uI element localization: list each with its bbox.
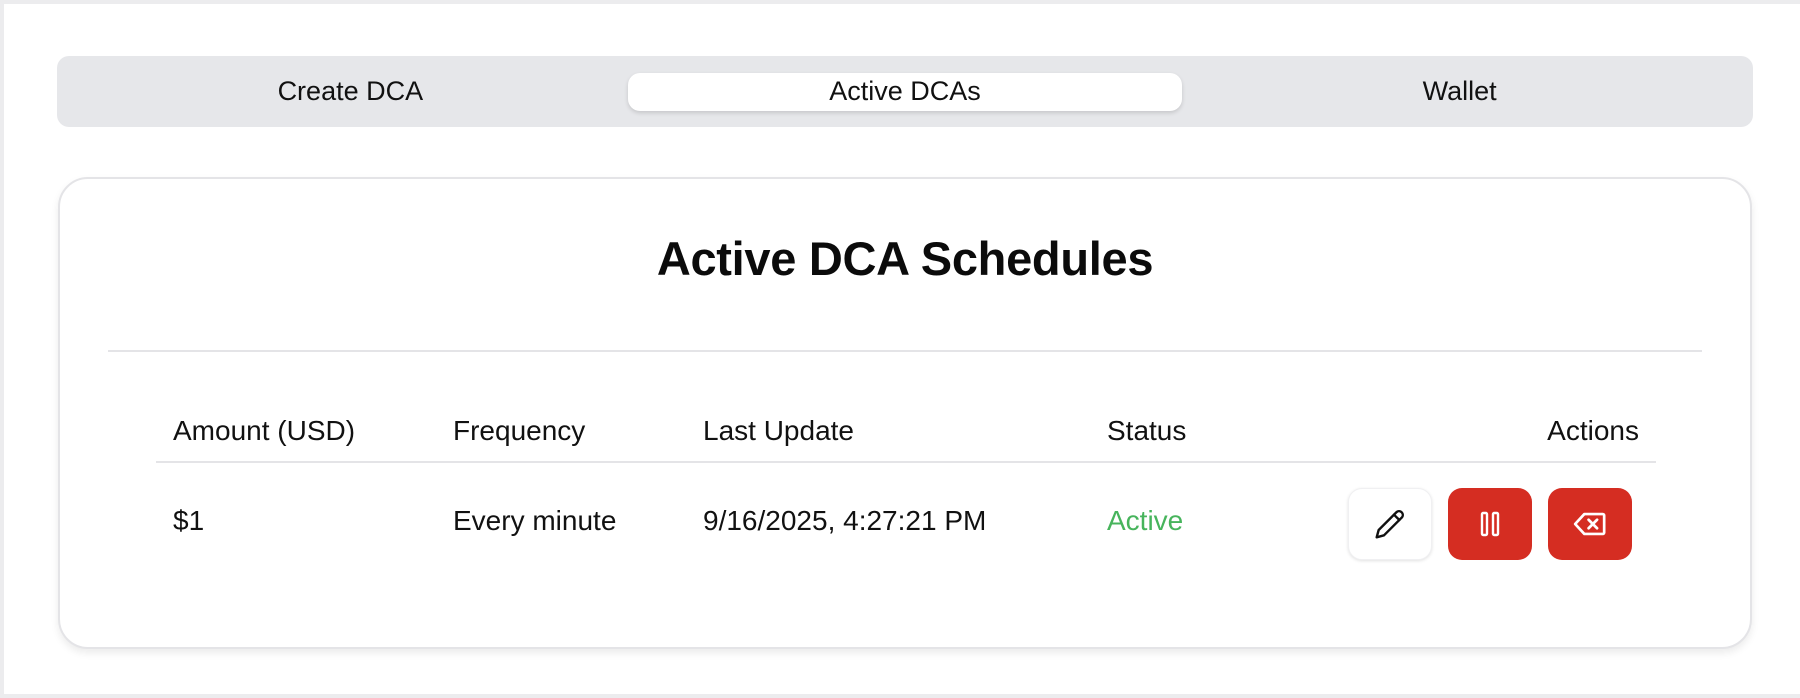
card-title: Active DCA Schedules (656, 232, 1154, 285)
delete-button[interactable] (1548, 488, 1632, 560)
table-header: Amount (USD) Frequency Last Update Statu… (156, 407, 1656, 463)
header-actions: Actions (1547, 415, 1639, 446)
backspace-delete-icon (1573, 511, 1607, 537)
table-row: $1 Every minute 9/16/2025, 4:27:21 PM Ac… (156, 463, 1656, 583)
active-dca-card: Active DCA Schedules Amount (USD) Freque… (58, 177, 1752, 649)
cell-last-update: 9/16/2025, 4:27:21 PM (703, 505, 987, 536)
page: Create DCA Active DCAs Wallet Active DCA… (0, 0, 1800, 698)
edit-button[interactable] (1348, 488, 1432, 560)
dca-table: Amount (USD) Frequency Last Update Statu… (156, 407, 1656, 583)
status-badge: Active (1107, 505, 1184, 536)
row-actions (1348, 488, 1632, 560)
cell-amount: $1 (173, 505, 205, 536)
header-amount: Amount (USD) (173, 415, 356, 446)
header-status: Status (1107, 415, 1187, 446)
header-last-update: Last Update (703, 415, 854, 446)
tab-bar: Create DCA Active DCAs Wallet (57, 56, 1753, 127)
tab-label: Wallet (1422, 76, 1497, 106)
pencil-icon (1374, 508, 1406, 540)
divider (108, 350, 1702, 352)
tab-label: Active DCAs (829, 76, 981, 106)
pause-button[interactable] (1448, 488, 1532, 560)
tab-label: Create DCA (277, 76, 424, 106)
pause-icon (1478, 509, 1502, 539)
tab-create-dca[interactable]: Create DCA (73, 73, 628, 111)
tab-wallet[interactable]: Wallet (1182, 73, 1737, 111)
header-frequency: Frequency (453, 415, 586, 446)
cell-frequency: Every minute (453, 505, 617, 536)
tab-active-dcas[interactable]: Active DCAs (627, 72, 1183, 111)
